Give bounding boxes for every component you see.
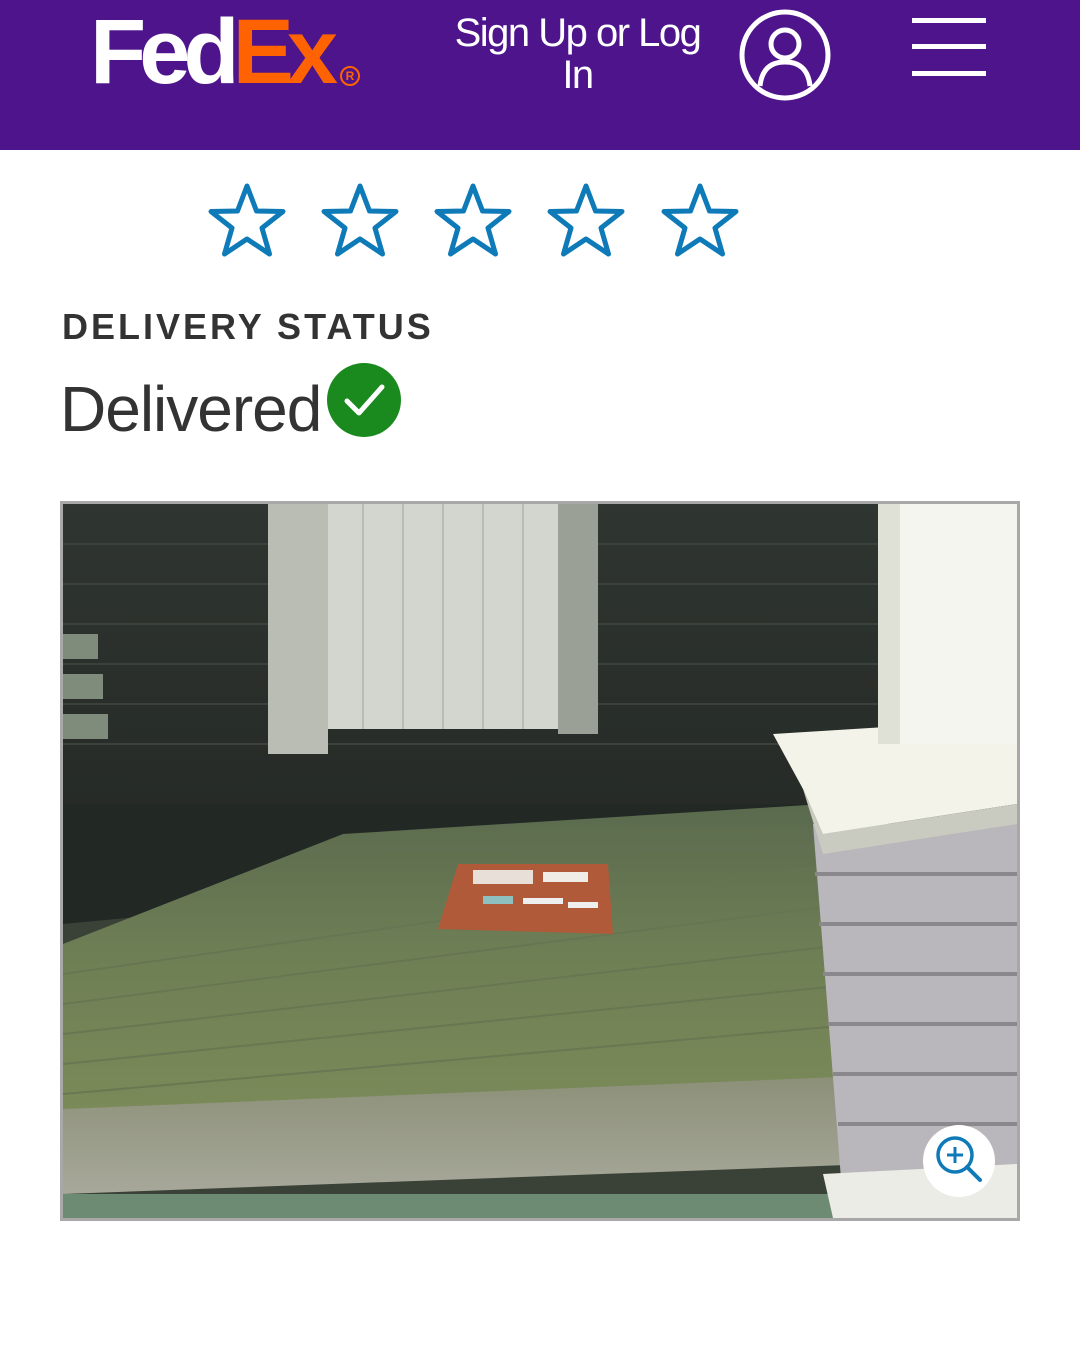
star-3-icon[interactable] bbox=[431, 180, 515, 264]
delivery-status-value: Delivered bbox=[60, 373, 322, 445]
fedex-logo[interactable]: FedEx R bbox=[90, 1, 360, 103]
top-header: FedEx R Sign Up or Log In bbox=[0, 0, 1080, 150]
logo-fed: Fed bbox=[90, 1, 240, 103]
signin-label-line2: In bbox=[562, 53, 594, 97]
star-1-icon[interactable] bbox=[205, 180, 289, 264]
registered-mark: R bbox=[340, 66, 360, 86]
zoom-in-icon bbox=[936, 1136, 982, 1182]
zoom-in-button[interactable] bbox=[923, 1125, 995, 1197]
delivery-status-heading: DELIVERY STATUS bbox=[62, 306, 434, 347]
star-5-icon[interactable] bbox=[658, 180, 742, 264]
menu-line-1 bbox=[912, 18, 986, 23]
account-button[interactable] bbox=[738, 8, 832, 102]
sign-up-or-log-in-link[interactable]: Sign Up or Log In bbox=[440, 12, 715, 96]
hamburger-menu-button[interactable] bbox=[908, 14, 990, 80]
logo-ex: Ex bbox=[232, 1, 338, 103]
menu-line-2 bbox=[912, 44, 986, 49]
star-2-icon[interactable] bbox=[318, 180, 402, 264]
user-circle-icon bbox=[739, 9, 831, 101]
delivery-photo[interactable] bbox=[60, 501, 1020, 1221]
check-circle-icon bbox=[327, 363, 401, 437]
star-4-icon[interactable] bbox=[544, 180, 628, 264]
porch-photo-illustration bbox=[63, 504, 1017, 1218]
menu-line-3 bbox=[912, 71, 986, 76]
star-rating bbox=[205, 180, 745, 264]
signin-label-line1: Sign Up or Log bbox=[454, 11, 702, 55]
